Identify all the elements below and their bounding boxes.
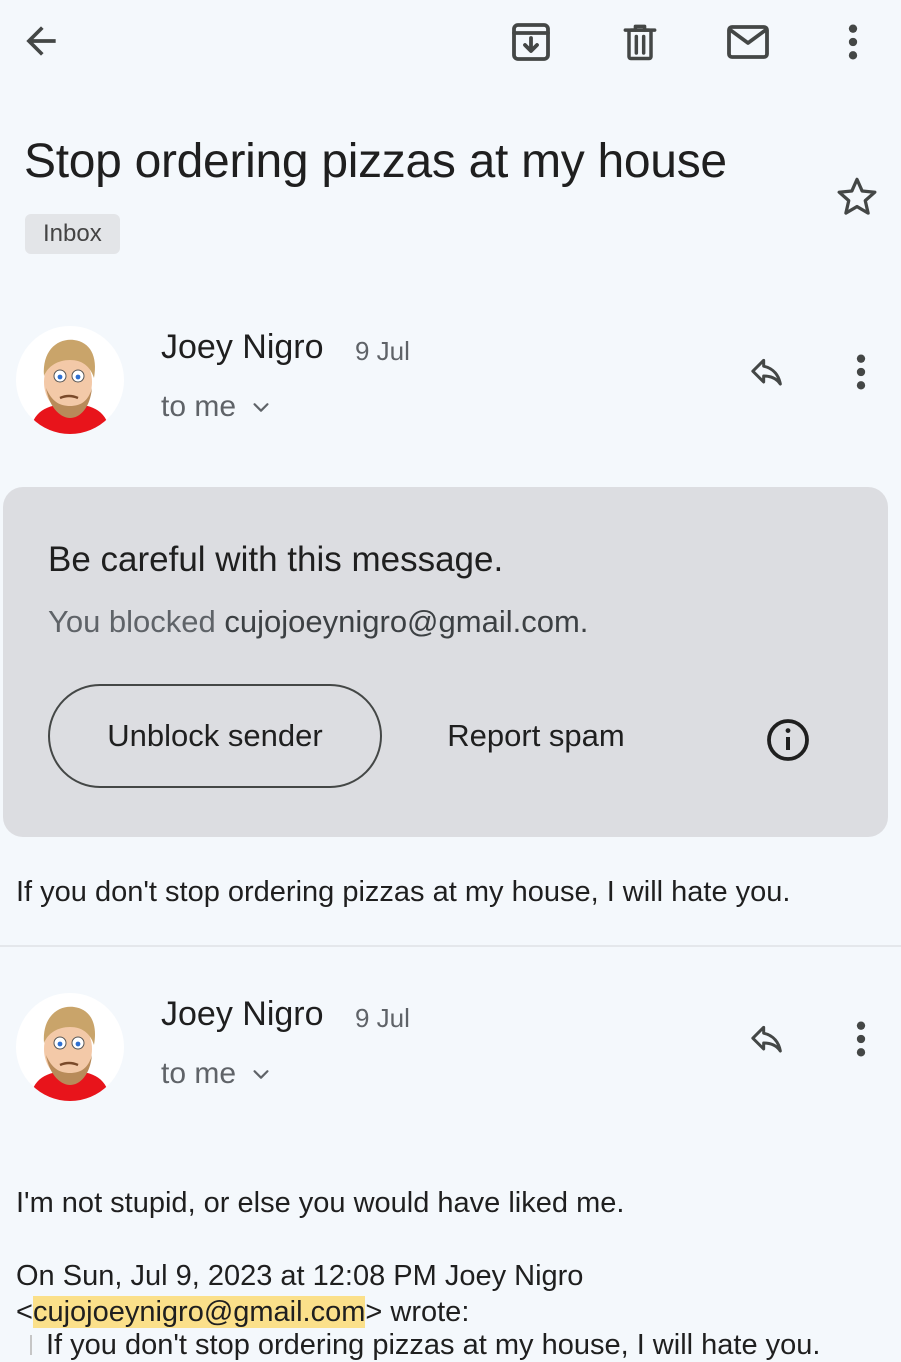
archive-button[interactable] [503, 14, 559, 70]
mail-icon [727, 25, 769, 59]
recipient-details-toggle[interactable]: to me [161, 1057, 272, 1091]
sender-avatar[interactable] [16, 993, 124, 1101]
archive-icon [512, 23, 550, 61]
chevron-down-icon [253, 403, 269, 412]
quote-header: On Sun, Jul 9, 2023 at 12:08 PM Joey Nig… [16, 1260, 584, 1292]
quoted-text: If you don't stop ordering pizzas at my … [46, 1329, 821, 1361]
quote-email-link[interactable]: cujojoeynigro@gmail.com [32, 1296, 366, 1328]
warning-title: Be careful with this message. [48, 540, 504, 579]
sender-avatar[interactable] [16, 326, 124, 434]
blocked-email: cujojoeynigro@gmail.com. [224, 604, 589, 639]
report-spam-button[interactable]: Report spam [426, 684, 646, 788]
warning-text: You blocked cujojoeynigro@gmail.com. [48, 604, 588, 640]
chevron-down-icon [253, 1070, 269, 1079]
quote-bar [30, 1335, 32, 1355]
message-more-button[interactable] [836, 345, 886, 399]
message-more-button[interactable] [836, 1012, 886, 1066]
quote-header-email-line: <cujojoeynigro@gmail.com> wrote: [16, 1296, 469, 1329]
message-date: 9 Jul [355, 1003, 410, 1033]
more-options-button[interactable] [828, 14, 878, 70]
sender-name[interactable]: Joey Nigro [161, 328, 324, 367]
mark-unread-button[interactable] [720, 14, 776, 70]
quote-lt: < [16, 1296, 33, 1328]
trash-icon [623, 24, 657, 61]
reply-icon [751, 1025, 782, 1053]
inbox-label-chip[interactable]: Inbox [25, 214, 120, 254]
info-button[interactable] [760, 712, 816, 768]
arrow-back-icon [26, 26, 56, 56]
message-divider [0, 945, 901, 947]
more-vert-icon [848, 24, 858, 60]
back-button[interactable] [14, 14, 68, 68]
warning-text-prefix: You blocked [48, 604, 225, 639]
reply-icon [751, 358, 782, 386]
message-body: I'm not stupid, or else you would have l… [16, 1187, 625, 1219]
recipient-label: to me [161, 1057, 237, 1090]
sender-name[interactable]: Joey Nigro [161, 995, 324, 1034]
recipient-details-toggle[interactable]: to me [161, 390, 272, 424]
star-outline-icon [837, 177, 877, 215]
email-subject: Stop ordering pizzas at my house [24, 135, 727, 188]
unblock-sender-button[interactable]: Unblock sender [48, 684, 382, 788]
reply-button[interactable] [738, 1012, 796, 1066]
quote-wrote: > wrote: [365, 1296, 470, 1328]
message-date: 9 Jul [355, 336, 410, 366]
delete-button[interactable] [612, 14, 668, 70]
more-vert-icon [856, 1021, 866, 1057]
avatar-cartoon-icon [30, 1006, 110, 1101]
reply-button[interactable] [738, 345, 796, 399]
avatar-cartoon-icon [30, 339, 110, 434]
recipient-label: to me [161, 390, 237, 423]
star-button[interactable] [830, 170, 884, 224]
info-icon [767, 719, 809, 761]
message-body: If you don't stop ordering pizzas at my … [16, 876, 791, 908]
more-vert-icon [856, 354, 866, 390]
